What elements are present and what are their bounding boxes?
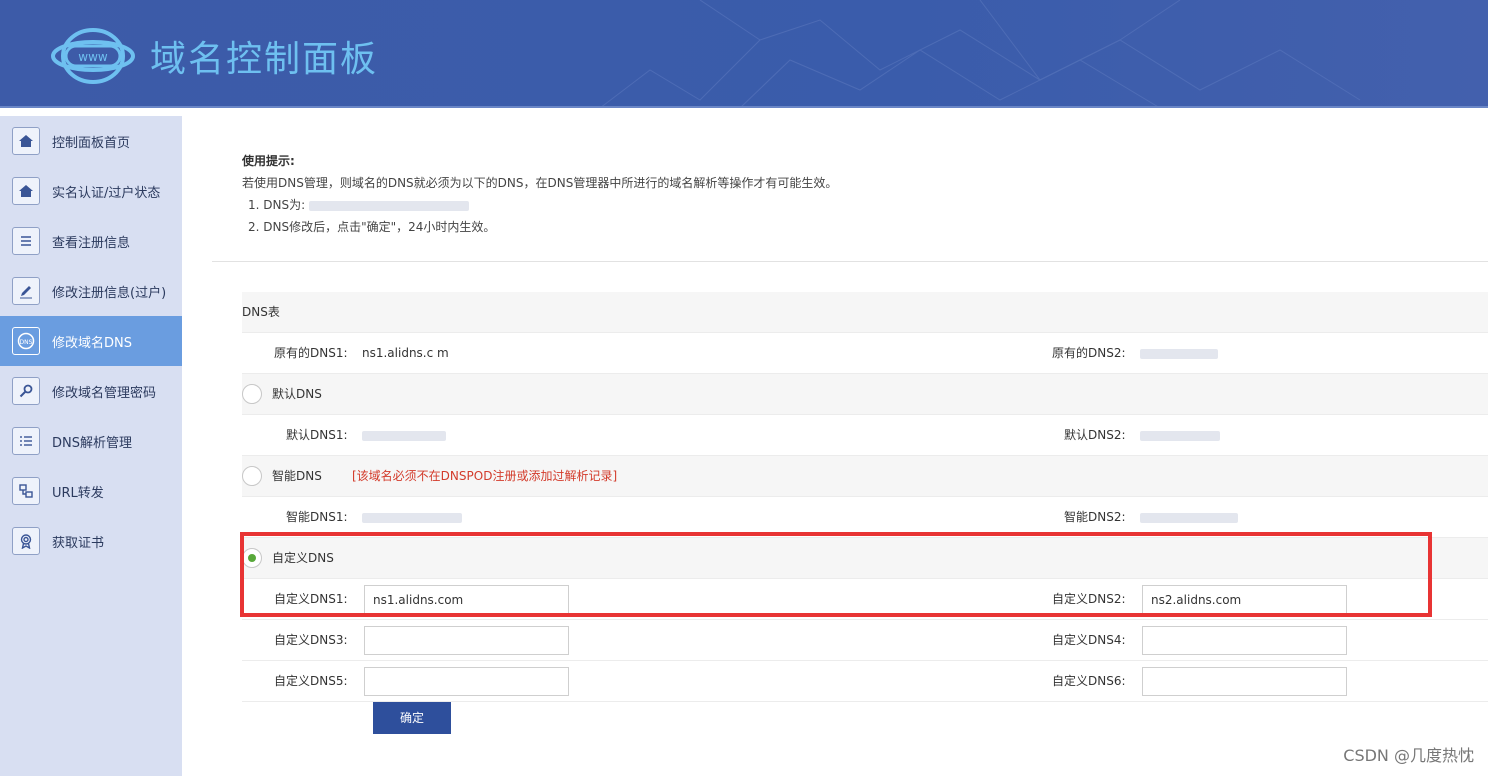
default-dns2-label: 默认DNS2: (1064, 428, 1126, 442)
sidebar-item-label: 修改域名管理密码 (52, 385, 157, 401)
dns-table: DNS表 原有的DNS1: ns1.alidns.c m 原有的DNS2: 默认… (242, 292, 1488, 702)
sidebar-item-password[interactable]: 修改域名管理密码 (0, 366, 182, 416)
custom-dns-label: 自定义DNS (272, 551, 334, 565)
document-icon (12, 227, 40, 255)
sidebar-item-certificate[interactable]: 获取证书 (0, 516, 182, 566)
custom-dns4-label: 自定义DNS4: (1052, 633, 1126, 647)
custom-dns-option-row: 自定义DNS (242, 538, 1488, 579)
watermark: CSDN @几度热忱 (1343, 746, 1474, 765)
custom-dns3-input[interactable] (364, 626, 569, 655)
smart-dns2-value (1140, 497, 1238, 538)
original-dns-row: 原有的DNS1: ns1.alidns.c m 原有的DNS2: (242, 333, 1488, 374)
svg-text:www: www (78, 50, 108, 64)
home-icon (12, 177, 40, 205)
default-dns1-label: 默认DNS1: (286, 428, 348, 442)
sidebar-item-label: 修改域名DNS (52, 335, 132, 351)
smart-dns2-label: 智能DNS2: (1064, 510, 1126, 524)
list-icon (12, 427, 40, 455)
tips-step-1: 1. DNS为: (242, 194, 837, 216)
usage-tips: 使用提示: 若使用DNS管理，则域名的DNS就必须为以下的DNS，在DNS管理器… (242, 150, 837, 238)
dns-table-caption: DNS表 (242, 305, 280, 319)
custom-dns4-input[interactable] (1142, 626, 1347, 655)
original-dns2-value (1140, 333, 1218, 374)
smart-dns1-label: 智能DNS1: (286, 510, 348, 524)
custom-dns-row: 自定义DNS1: 自定义DNS2: (242, 579, 1488, 620)
custom-dns2-label: 自定义DNS2: (1052, 592, 1126, 606)
sidebar-item-edit-registration[interactable]: 修改注册信息(过户) (0, 266, 182, 316)
main-content: 使用提示: 若使用DNS管理，则域名的DNS就必须为以下的DNS，在DNS管理器… (182, 116, 1488, 776)
sidebar-item-view-registration[interactable]: 查看注册信息 (0, 216, 182, 266)
key-icon (12, 377, 40, 405)
original-dns1-value: ns1.alidns.c m (362, 346, 449, 360)
custom-dns-row: 自定义DNS3: 自定义DNS4: (242, 620, 1488, 661)
smart-dns-option-row: 智能DNS [该域名必须不在DNSPOD注册或添加过解析记录] (242, 456, 1488, 497)
sidebar-item-url-forward[interactable]: URL转发 (0, 466, 182, 516)
tips-title: 使用提示: (242, 154, 295, 168)
certificate-icon (12, 527, 40, 555)
section-divider (212, 261, 1488, 262)
forward-icon (12, 477, 40, 505)
default-dns-label: 默认DNS (272, 387, 322, 401)
sidebar-item-label: URL转发 (52, 485, 104, 501)
custom-dns1-input[interactable] (364, 585, 569, 614)
sidebar-item-label: 控制面板首页 (52, 135, 131, 151)
sidebar: 控制面板首页 实名认证/过户状态 查看注册信息 修改注册信息(过户) DNS 修… (0, 116, 182, 776)
default-dns-row: 默认DNS1: 默认DNS2: (242, 415, 1488, 456)
dns-icon: DNS (12, 327, 40, 355)
www-logo-icon: www (51, 28, 135, 84)
smart-dns-label: 智能DNS (272, 469, 322, 483)
original-dns2-label: 原有的DNS2: (1052, 346, 1126, 360)
sidebar-item-label: 实名认证/过户状态 (52, 185, 161, 201)
sidebar-item-dns-management[interactable]: DNS解析管理 (0, 416, 182, 466)
page-title: 域名控制面板 (150, 39, 379, 80)
custom-dns-row: 自定义DNS5: 自定义DNS6: (242, 661, 1488, 702)
custom-dns3-label: 自定义DNS3: (274, 633, 348, 647)
default-dns-radio[interactable] (242, 384, 262, 404)
custom-dns6-label: 自定义DNS6: (1052, 674, 1126, 688)
default-dns2-value (1140, 415, 1220, 456)
custom-dns6-input[interactable] (1142, 667, 1347, 696)
sidebar-item-label: 修改注册信息(过户) (52, 285, 167, 301)
redacted-value (308, 200, 469, 211)
sidebar-item-label: 查看注册信息 (52, 235, 131, 251)
svg-text:DNS: DNS (20, 339, 33, 346)
original-dns1-label: 原有的DNS1: (274, 346, 348, 360)
custom-dns-radio[interactable] (242, 548, 262, 568)
custom-dns5-input[interactable] (364, 667, 569, 696)
smart-dns-radio[interactable] (242, 466, 262, 486)
home-icon (12, 127, 40, 155)
tips-step-1-text: 1. DNS为: (248, 198, 306, 212)
dns-table-caption-row: DNS表 (242, 292, 1488, 333)
sidebar-item-modify-dns[interactable]: DNS 修改域名DNS (0, 316, 182, 366)
sidebar-item-label: DNS解析管理 (52, 435, 132, 451)
default-dns1-value (362, 415, 446, 456)
smart-dns-warning: [该域名必须不在DNSPOD注册或添加过解析记录] (352, 469, 618, 483)
sidebar-item-home[interactable]: 控制面板首页 (0, 116, 182, 166)
sidebar-item-label: 获取证书 (52, 535, 105, 551)
default-dns-option-row: 默认DNS (242, 374, 1488, 415)
smart-dns1-value (362, 497, 462, 538)
custom-dns1-label: 自定义DNS1: (274, 592, 348, 606)
edit-icon (12, 277, 40, 305)
sidebar-item-verification[interactable]: 实名认证/过户状态 (0, 166, 182, 216)
custom-dns2-input[interactable] (1142, 585, 1347, 614)
tips-line: 若使用DNS管理，则域名的DNS就必须为以下的DNS，在DNS管理器中所进行的域… (242, 176, 838, 190)
custom-dns5-label: 自定义DNS5: (274, 674, 348, 688)
smart-dns-row: 智能DNS1: 智能DNS2: (242, 497, 1488, 538)
tips-step-2: 2. DNS修改后，点击"确定"，24小时内生效。 (248, 220, 496, 234)
confirm-button[interactable]: 确定 (373, 702, 451, 734)
header-banner: www 域名控制面板 (0, 0, 1488, 108)
header-divider (0, 106, 1488, 108)
